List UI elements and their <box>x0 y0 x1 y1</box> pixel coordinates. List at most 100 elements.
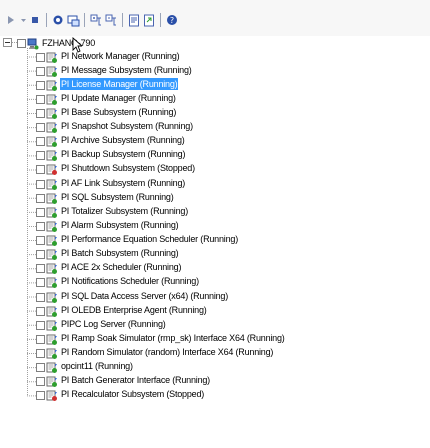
service-running-icon <box>46 135 58 148</box>
service-label: PI Snapshot Subsystem (Running) <box>61 121 193 132</box>
service-label: PI SQL Data Access Server (x64) (Running… <box>61 290 229 301</box>
toolbar-separator <box>84 13 85 27</box>
dropdown-arrow-icon[interactable] <box>19 13 27 27</box>
service-running-icon <box>46 291 58 303</box>
service-item[interactable]: PI Shutdown Subsystem (Stopped) <box>0 162 400 176</box>
service-item[interactable]: PI Archive Subsystem (Running) <box>0 134 400 148</box>
tree-root[interactable]: FZHANG-790 <box>0 36 140 53</box>
service-item[interactable]: PI Random Simulator (random) Interface X… <box>0 346 400 360</box>
service-checkbox[interactable] <box>36 292 45 302</box>
collapse-toggle-icon[interactable] <box>3 38 12 47</box>
service-checkbox[interactable] <box>36 250 45 260</box>
service-item[interactable]: PI Recalculator Subsystem (Stopped) <box>0 388 400 402</box>
service-item[interactable]: PIPC Log Server (Running) <box>0 318 400 332</box>
service-running-icon <box>46 220 58 232</box>
service-label: PI Alarm Subsystem (Running) <box>61 219 179 230</box>
service-running-icon <box>46 361 58 374</box>
service-checkbox[interactable] <box>36 278 45 288</box>
service-label: PI AF Link Subsystem (Running) <box>61 177 186 188</box>
service-item[interactable]: PI Performance Equation Scheduler (Runni… <box>0 233 400 247</box>
help-icon[interactable]: ? <box>165 13 179 27</box>
root-checkbox[interactable] <box>17 39 26 48</box>
toolbar-separator <box>46 13 47 27</box>
service-label: PI Notifications Scheduler (Running) <box>61 276 199 287</box>
service-label: PI Batch Generator Interface (Running) <box>61 375 210 386</box>
svg-text:?: ? <box>170 16 174 25</box>
stop-icon[interactable] <box>28 13 42 27</box>
service-label: PI Shutdown Subsystem (Stopped) <box>61 163 195 174</box>
service-label: PI Archive Subsystem (Running) <box>61 135 185 146</box>
toolbar-buttons: ? <box>4 12 179 28</box>
service-checkbox[interactable] <box>36 52 45 62</box>
arrow-right-icon[interactable] <box>4 13 18 27</box>
service-running-icon <box>46 347 58 360</box>
service-label: PI Totalizer Subsystem (Running) <box>61 205 188 216</box>
service-checkbox[interactable] <box>36 236 45 246</box>
service-item[interactable]: PI Snapshot Subsystem (Running) <box>0 120 400 134</box>
service-checkbox[interactable] <box>36 123 45 133</box>
service-running-icon <box>46 51 58 63</box>
service-checkbox[interactable] <box>36 207 45 217</box>
service-checkbox[interactable] <box>36 391 45 401</box>
service-label: PIPC Log Server (Running) <box>61 318 166 329</box>
service-label: opcint11 (Running) <box>61 361 133 372</box>
service-checkbox[interactable] <box>36 306 45 316</box>
service-label: PI Backup Subsystem (Running) <box>61 149 186 160</box>
service-checkbox[interactable] <box>36 108 45 118</box>
service-checkbox[interactable] <box>36 363 45 373</box>
service-checkbox[interactable] <box>36 66 45 76</box>
service-running-icon <box>46 319 58 331</box>
service-item[interactable]: PI SQL Subsystem (Running) <box>0 191 400 205</box>
service-running-icon <box>46 248 58 261</box>
service-item[interactable]: PI Network Manager (Running) <box>0 50 400 64</box>
service-label: PI ACE 2x Scheduler (Running) <box>61 262 182 273</box>
service-running-icon <box>46 333 58 345</box>
start-icon[interactable] <box>51 13 65 27</box>
service-running-icon <box>46 93 58 105</box>
service-item[interactable]: PI Batch Generator Interface (Running) <box>0 374 400 388</box>
service-checkbox[interactable] <box>36 193 45 203</box>
service-item[interactable]: PI AF Link Subsystem (Running) <box>0 177 400 191</box>
service-stopped-icon <box>46 389 58 402</box>
service-item[interactable]: PI License Manager (Running) <box>0 77 400 92</box>
root-label: FZHANG-790 <box>42 38 96 48</box>
service-checkbox[interactable] <box>36 94 45 104</box>
service-running-icon <box>46 305 58 317</box>
service-item[interactable]: PI Notifications Scheduler (Running) <box>0 275 400 289</box>
service-label: PI Update Manager (Running) <box>61 92 176 103</box>
collapse-icon[interactable] <box>104 13 118 27</box>
service-item[interactable]: PI Alarm Subsystem (Running) <box>0 219 400 233</box>
service-checkbox[interactable] <box>36 221 45 231</box>
service-item[interactable]: PI Ramp Soak Simulator (rmp_sk) Interfac… <box>0 332 400 346</box>
export-icon[interactable] <box>142 13 156 27</box>
service-running-icon <box>46 65 58 77</box>
service-item[interactable]: PI ACE 2x Scheduler (Running) <box>0 261 400 275</box>
services-tree: FZHANG-790 PI Network Manager (Running) P… <box>0 36 430 448</box>
properties-icon[interactable] <box>127 13 141 27</box>
service-checkbox[interactable] <box>36 80 45 90</box>
service-item[interactable]: PI Update Manager (Running) <box>0 92 400 106</box>
service-checkbox[interactable] <box>36 320 45 330</box>
service-stopped-icon <box>46 163 58 176</box>
service-checkbox[interactable] <box>36 137 45 147</box>
service-running-icon <box>46 375 58 388</box>
service-item[interactable]: PI Backup Subsystem (Running) <box>0 148 400 162</box>
service-item[interactable]: PI OLEDB Enterprise Agent (Running) <box>0 304 400 318</box>
service-checkbox[interactable] <box>36 264 45 274</box>
service-item[interactable]: PI Batch Subsystem (Running) <box>0 247 400 261</box>
services-icon[interactable] <box>66 13 80 27</box>
service-item[interactable]: opcint11 (Running) <box>0 360 400 374</box>
service-label: PI Message Subsystem (Running) <box>61 64 192 75</box>
service-checkbox[interactable] <box>36 151 45 161</box>
service-item[interactable]: PI Message Subsystem (Running) <box>0 64 400 78</box>
service-item[interactable]: PI Base Subsystem (Running) <box>0 106 400 120</box>
service-checkbox[interactable] <box>36 179 45 189</box>
service-checkbox[interactable] <box>36 377 45 387</box>
service-checkbox[interactable] <box>36 349 45 359</box>
service-checkbox[interactable] <box>36 165 45 175</box>
service-checkbox[interactable] <box>36 334 45 344</box>
toolbar-separator <box>122 13 123 27</box>
service-item[interactable]: PI SQL Data Access Server (x64) (Running… <box>0 290 400 304</box>
expand-icon[interactable] <box>89 13 103 27</box>
service-item[interactable]: PI Totalizer Subsystem (Running) <box>0 205 400 219</box>
